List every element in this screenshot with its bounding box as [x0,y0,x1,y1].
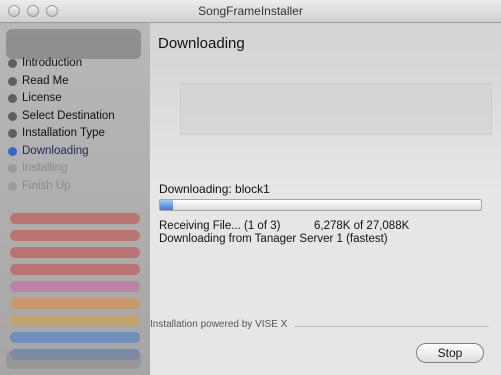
decorative-bar [10,332,140,343]
step-introduction: Introduction [8,55,148,73]
decorative-bar [10,247,140,258]
decorative-bar [10,213,140,224]
step-read-me: Read Me [8,73,148,91]
powered-by-label: Installation powered by VISE X [150,319,288,330]
step-bullet-icon [8,76,17,86]
footer-divider [294,326,489,327]
downloading-file-label: Downloading: block1 [159,182,270,196]
step-bullet-icon [8,94,17,103]
step-installation-type: Installation Type [8,125,148,143]
step-label: License [22,92,62,104]
decorative-bar [10,298,140,309]
step-select-destination: Select Destination [8,108,148,126]
step-installing: Installing [8,160,148,178]
window-title: SongFrameInstaller [198,4,303,18]
decorative-bar [10,315,140,326]
step-bullet-icon [8,146,17,156]
sidebar-decorative-footer [6,351,141,369]
step-label: Read Me [22,74,69,87]
installation-steps-list: Introduction Read Me License Select Dest… [8,55,148,195]
download-server-status: Downloading from Tanager Server 1 (faste… [159,233,388,245]
step-label: Introduction [22,57,83,69]
main-decorative-strip [180,83,492,135]
main-panel: Downloading Downloading: block1 Receivin… [150,23,501,375]
step-license: License [8,90,148,108]
step-bullet-icon [8,164,17,173]
decorative-bar [10,264,140,275]
step-bullet-icon [8,129,17,138]
step-finish-up: Finish Up [8,178,148,196]
download-size-status: 6,278K of 27,088K [314,220,410,232]
steps-sidebar: Introduction Read Me License Select Dest… [0,23,150,375]
step-bullet-icon [8,181,17,191]
step-downloading: Downloading [8,143,148,161]
download-progress-fill [160,200,173,210]
sidebar-decorative-bars [10,213,140,366]
step-label: Installing [22,162,68,174]
step-label: Installation Type [22,127,105,139]
installer-window: SongFrameInstaller Introduction Read Me [0,0,501,375]
decorative-bar [10,230,140,241]
receiving-file-status: Receiving File... (1 of 3) [159,220,281,232]
step-bullet-icon [8,111,17,121]
step-label: Finish Up [22,179,71,192]
decorative-bar [10,281,140,292]
title-bar[interactable]: SongFrameInstaller [0,0,501,23]
step-label: Select Destination [22,109,115,122]
page-title: Downloading [158,35,245,52]
download-progress-bar [159,199,482,211]
step-label: Downloading [22,144,89,157]
stop-button[interactable]: Stop [416,343,484,363]
step-bullet-icon [8,59,17,68]
